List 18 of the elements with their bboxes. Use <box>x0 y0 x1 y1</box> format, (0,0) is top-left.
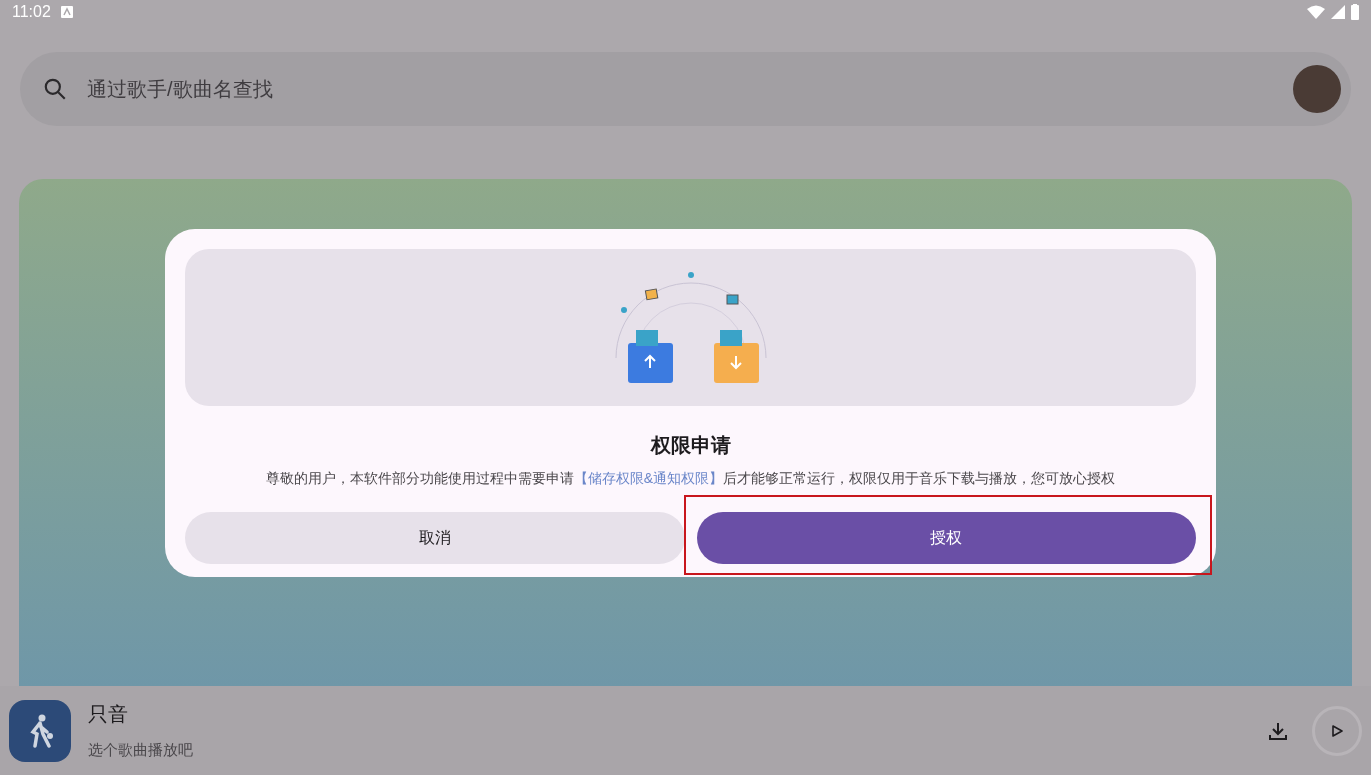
player-subtitle: 选个歌曲播放吧 <box>88 740 194 761</box>
status-time: 11:02 <box>12 2 51 22</box>
player-title: 只音 <box>88 702 129 728</box>
search-icon <box>42 76 68 102</box>
search-field[interactable]: 通过歌手/歌曲名查找 <box>20 52 1351 126</box>
signal-icon <box>1331 5 1345 19</box>
wifi-icon <box>1307 5 1325 19</box>
permission-link[interactable]: 【储存权限&通知权限】 <box>573 470 724 486</box>
download-icon <box>1268 720 1288 741</box>
dialog-message: 尊敬的用户，本软件部分功能使用过程中需要申请【储存权限&通知权限】后才能够正常运行，权限仅用于音乐下载与播放，您可放心授权 <box>264 469 1117 488</box>
battery-icon <box>1351 4 1359 20</box>
authorize-button[interactable]: 授权 <box>696 512 1196 564</box>
dialog-title: 权限申请 <box>649 433 732 458</box>
play-button[interactable] <box>1312 705 1362 756</box>
play-icon <box>1330 723 1344 738</box>
cancel-button[interactable]: 取消 <box>185 512 685 564</box>
notification-icon <box>60 6 73 18</box>
avatar[interactable] <box>1293 65 1341 113</box>
